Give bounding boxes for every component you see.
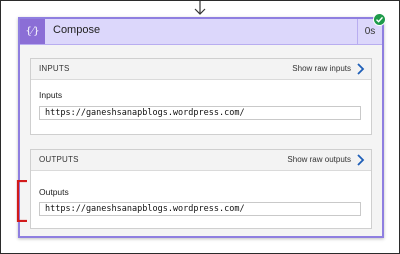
- outputs-section-header[interactable]: OUTPUTS Show raw outputs: [31, 150, 371, 171]
- compose-braces-icon: {⁄}: [20, 19, 45, 44]
- annotation-bracket: [16, 180, 27, 222]
- outputs-section: OUTPUTS Show raw outputs Outputs https:/…: [30, 149, 372, 229]
- compose-action-card[interactable]: {⁄} Compose 0s INPUTS Show raw inputs In…: [18, 13, 386, 238]
- outputs-field-label: Outputs: [39, 187, 69, 197]
- chevron-right-icon[interactable]: [356, 154, 365, 166]
- flow-arrow-icon: [194, 1, 206, 15]
- inputs-field-label: Inputs: [39, 90, 63, 100]
- chevron-right-icon[interactable]: [356, 63, 365, 75]
- inputs-section-title: INPUTS: [39, 64, 70, 73]
- inputs-field-value-box: https://ganeshsanapblogs.wordpress.com/: [39, 106, 361, 120]
- action-title: Compose: [53, 24, 101, 36]
- inputs-section-header[interactable]: INPUTS Show raw inputs: [31, 59, 371, 80]
- success-check-icon: [373, 13, 386, 26]
- action-header[interactable]: {⁄} Compose 0s: [20, 13, 386, 45]
- show-raw-outputs-link[interactable]: Show raw outputs: [287, 155, 351, 164]
- outputs-section-title: OUTPUTS: [39, 155, 79, 164]
- inputs-field-value: https://ganeshsanapblogs.wordpress.com/: [45, 108, 245, 118]
- outputs-field-value-box: https://ganeshsanapblogs.wordpress.com/: [39, 202, 361, 216]
- outputs-field-value: https://ganeshsanapblogs.wordpress.com/: [45, 204, 245, 214]
- show-raw-inputs-link[interactable]: Show raw inputs: [292, 64, 351, 73]
- inputs-section: INPUTS Show raw inputs Inputs https://ga…: [30, 58, 372, 135]
